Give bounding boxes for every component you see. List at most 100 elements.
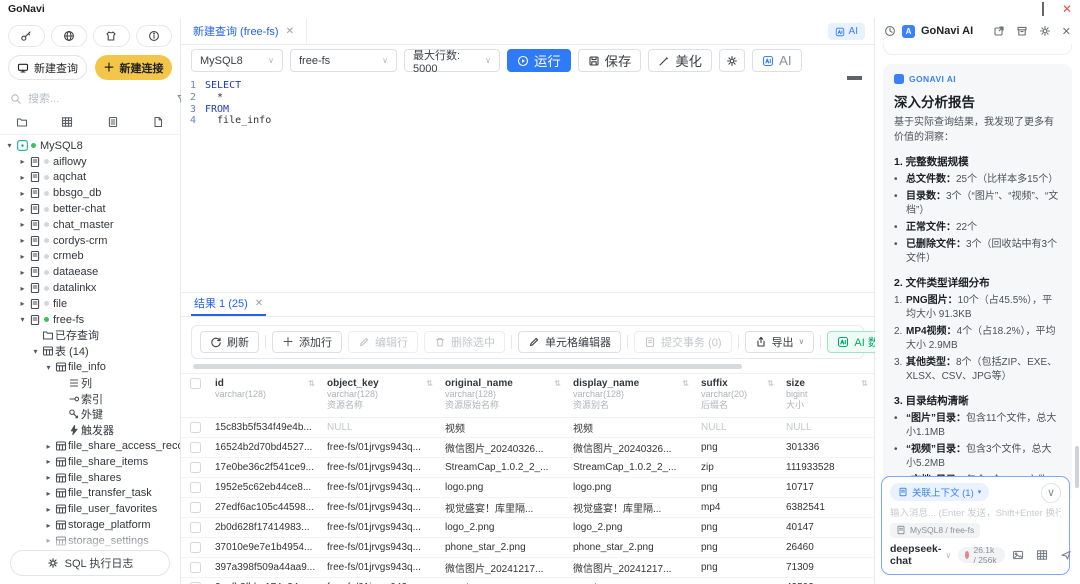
query-tab[interactable]: 新建查询 (free-fs) ✕ [181,18,307,44]
database-select[interactable]: free-fs∨ [290,49,397,72]
row-checkbox[interactable] [190,522,201,533]
column-header-size[interactable]: size⇅bigint大小 [780,378,874,412]
tree-item[interactable]: ▸file_shares [0,470,180,486]
globe-button[interactable] [51,25,88,47]
editor-settings-button[interactable] [719,49,745,72]
tree-arrow-icon[interactable]: ▸ [43,442,54,451]
results-doc-button[interactable]: 提交事务 (0) [634,331,732,353]
sort-icon[interactable]: ⇅ [426,379,433,388]
results-export-button[interactable]: 导出∨ [745,331,815,353]
ai-panel-close-icon[interactable]: ✕ [1062,25,1071,38]
sql-log-button[interactable]: SQL 执行日志 [10,550,170,576]
tree-arrow-icon[interactable]: ▸ [17,236,28,245]
select-all-checkbox[interactable] [190,378,201,389]
tree-item[interactable]: ▸datalinkx [0,280,180,296]
tree-arrow-icon[interactable]: ▸ [17,299,28,308]
sql-editor[interactable]: 1SELECT2 *3FROM4 file_info [181,76,874,292]
tree-arrow-icon[interactable]: ▸ [43,505,54,514]
results-trash-button[interactable]: 删除选中 [424,331,505,353]
editor-ai-badge[interactable]: AI [828,23,865,40]
close-icon[interactable]: ✕ [1062,3,1072,15]
open-external-icon[interactable] [993,25,1005,37]
tree-item[interactable]: ▸bbsgo_db [0,185,180,201]
results-pencil-button[interactable]: 单元格编辑器 [518,331,621,353]
attach-image-icon[interactable] [1012,549,1024,561]
tree-item[interactable]: ▾MySQL8 [0,138,180,154]
table-row[interactable]: 2b0d628f17414983...free-fs/01jrvgs943q..… [181,518,874,538]
tree-item[interactable]: ▸cordys-crm [0,233,180,249]
save-button[interactable]: 保存 [578,49,642,72]
archive-box-icon[interactable] [1016,25,1028,37]
panel-scrollbar[interactable] [1075,446,1079,488]
tree-item[interactable]: ▸file [0,296,180,312]
tree-arrow-icon[interactable]: ▸ [43,489,54,498]
file-tab-icon[interactable] [152,116,164,128]
editor-ai-button[interactable]: AI [752,49,802,72]
tree-arrow-icon[interactable]: ▾ [17,315,28,324]
table-tab-icon[interactable] [61,116,73,128]
tree-item[interactable]: 已存查询 [0,328,180,344]
tree-arrow-icon[interactable]: ▸ [43,473,54,482]
history-clock-icon[interactable] [884,25,896,37]
results-pencil-button[interactable]: 编辑行 [348,331,418,353]
chat-message-input[interactable] [890,508,1061,519]
result-tab[interactable]: 结果 1 (25) ✕ [191,293,266,316]
row-checkbox[interactable] [190,562,201,573]
tree-item[interactable]: ▾file_info [0,359,180,375]
info-button[interactable] [136,25,173,47]
tree-item[interactable]: ▸crmeb [0,249,180,265]
sort-icon[interactable]: ⇅ [861,379,868,388]
tree-item[interactable]: ▸aiflowy [0,154,180,170]
tree-item[interactable]: 外键 [0,407,180,423]
row-checkbox[interactable] [190,502,201,513]
run-button[interactable]: 运行 [507,49,571,72]
tree-item[interactable]: ▾free-fs [0,312,180,328]
row-checkbox[interactable] [190,422,201,433]
key-button[interactable] [8,25,45,47]
column-header-id[interactable]: id⇅varchar(128) [209,378,321,412]
column-header-suffix[interactable]: suffix⇅varchar(20)后缀名 [695,378,780,412]
folder-tab-icon[interactable] [16,116,28,128]
context-pill[interactable]: 关联上下文 (1) ▾ [890,483,989,501]
editor-scrollbar[interactable] [847,76,862,80]
row-checkbox[interactable] [190,482,201,493]
tree-item[interactable]: ▸chat_master [0,217,180,233]
new-connection-button[interactable]: ＋ 新建连接 [95,55,172,80]
table-row[interactable]: 397a398f509a44aa9...free-fs/01jrvgs943q.… [181,558,874,578]
sort-icon[interactable]: ⇅ [308,379,315,388]
column-header-object_key[interactable]: object_key⇅varchar(128)资源名称 [321,378,439,412]
row-checkbox[interactable] [190,542,201,553]
new-query-button[interactable]: 新建查询 [8,55,87,80]
send-icon[interactable] [1060,549,1072,561]
tree-arrow-icon[interactable]: ▾ [30,347,41,356]
tree-arrow-icon[interactable]: ▸ [17,173,28,182]
table-row[interactable]: 27edf6ac105c44598...free-fs/01jrvgs943q.… [181,498,874,518]
list-tab-icon[interactable] [107,116,119,128]
tree-item[interactable]: ▸file_user_favorites [0,501,180,517]
table-row[interactable]: 1952e5c62eb44ce8...free-fs/01jrvgs943q..… [181,478,874,498]
tree-arrow-icon[interactable]: ▸ [17,284,28,293]
sort-icon[interactable]: ⇅ [554,379,561,388]
tree-arrow-icon[interactable]: ▾ [4,141,15,150]
tree-arrow-icon[interactable]: ▸ [17,205,28,214]
model-select[interactable]: deepseek-chat∨ [890,543,951,567]
tree-item[interactable]: ▸dataease [0,264,180,280]
settings-gear-icon[interactable] [1039,25,1051,37]
tab-close-icon[interactable]: ✕ [286,26,294,37]
row-checkbox[interactable] [190,462,201,473]
tree-arrow-icon[interactable]: ▸ [17,268,28,277]
tree-item[interactable]: ▸file_transfer_task [0,486,180,502]
tree-item[interactable]: ▸file_share_items [0,454,180,470]
table-row[interactable]: 3aafb3fbbe174a34a...free-fs/01jrvgs943q.… [181,578,874,584]
tree-item[interactable]: ▾表 (14) [0,343,180,359]
row-checkbox[interactable] [190,442,201,453]
max-rows-select[interactable]: 最大行数: 5000∨ [404,49,500,72]
tree-arrow-icon[interactable]: ▸ [17,157,28,166]
beautify-button[interactable]: 美化 [648,49,712,72]
table-row[interactable]: 16524b2d70bd4527...free-fs/01jrvgs943q..… [181,438,874,458]
search-input[interactable] [28,93,170,105]
theme-button[interactable] [93,25,130,47]
table-row[interactable]: 17e0be36c2f541ce9...free-fs/01jrvgs943q.… [181,458,874,478]
results-refresh-button[interactable]: 刷新 [200,331,259,353]
result-tab-close-icon[interactable]: ✕ [255,298,263,309]
